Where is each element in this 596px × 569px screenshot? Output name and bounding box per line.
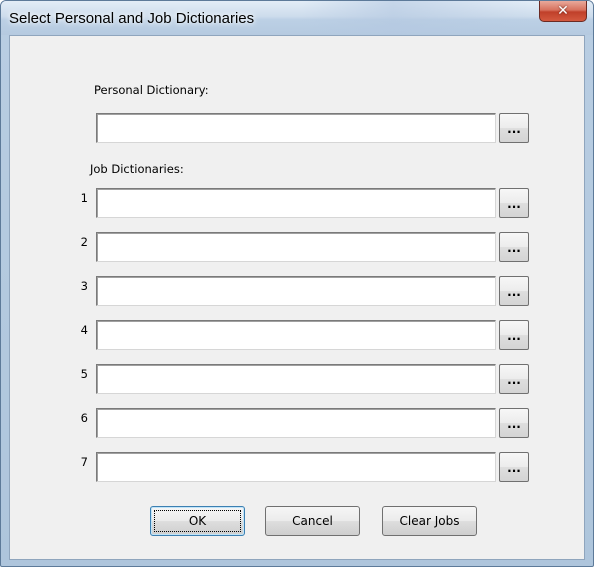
job-dictionary-field-6[interactable] [96, 408, 496, 438]
close-icon: ✕ [557, 3, 569, 19]
job-row-number: 6 [80, 411, 88, 425]
clear-jobs-button[interactable]: Clear Jobs [382, 506, 477, 536]
job-dictionary-browse-button-2[interactable]: ... [499, 232, 529, 262]
job-row-number: 2 [80, 235, 88, 249]
close-button[interactable]: ✕ [539, 1, 587, 22]
job-dictionary-browse-button-5[interactable]: ... [499, 364, 529, 394]
focus-rectangle [154, 510, 241, 532]
job-row-number: 4 [80, 323, 88, 337]
personal-dictionary-browse-button[interactable]: ... [499, 113, 529, 143]
job-dictionary-browse-button-3[interactable]: ... [499, 276, 529, 306]
job-dictionary-browse-button-6[interactable]: ... [499, 408, 529, 438]
job-row-number: 5 [80, 367, 88, 381]
job-dictionary-field-7[interactable] [96, 452, 496, 482]
title-bar[interactable]: Select Personal and Job Dictionaries ✕ [1, 1, 593, 35]
job-dictionary-field-5[interactable] [96, 364, 496, 394]
personal-dictionary-label: Personal Dictionary: [94, 83, 209, 97]
job-dictionary-browse-button-4[interactable]: ... [499, 320, 529, 350]
job-dictionary-browse-button-7[interactable]: ... [499, 452, 529, 482]
job-dictionaries-label: Job Dictionaries: [90, 162, 184, 176]
dialog-body: Personal Dictionary: ... Job Dictionarie… [9, 35, 585, 560]
dialog-window: Select Personal and Job Dictionaries ✕ P… [0, 0, 594, 567]
job-dictionary-field-2[interactable] [96, 232, 496, 262]
job-dictionary-browse-button-1[interactable]: ... [499, 188, 529, 218]
job-row-number: 3 [80, 279, 88, 293]
job-dictionary-field-1[interactable] [96, 188, 496, 218]
job-row-number: 1 [80, 191, 88, 205]
clear-jobs-button-label: Clear Jobs [399, 514, 460, 528]
ok-button[interactable]: OK [150, 506, 245, 536]
job-dictionary-field-4[interactable] [96, 320, 496, 350]
cancel-button[interactable]: Cancel [265, 506, 360, 536]
personal-dictionary-field[interactable] [96, 113, 496, 143]
job-row-number: 7 [80, 455, 88, 469]
window-title: Select Personal and Job Dictionaries [9, 10, 255, 27]
cancel-button-label: Cancel [292, 514, 333, 528]
job-dictionary-field-3[interactable] [96, 276, 496, 306]
